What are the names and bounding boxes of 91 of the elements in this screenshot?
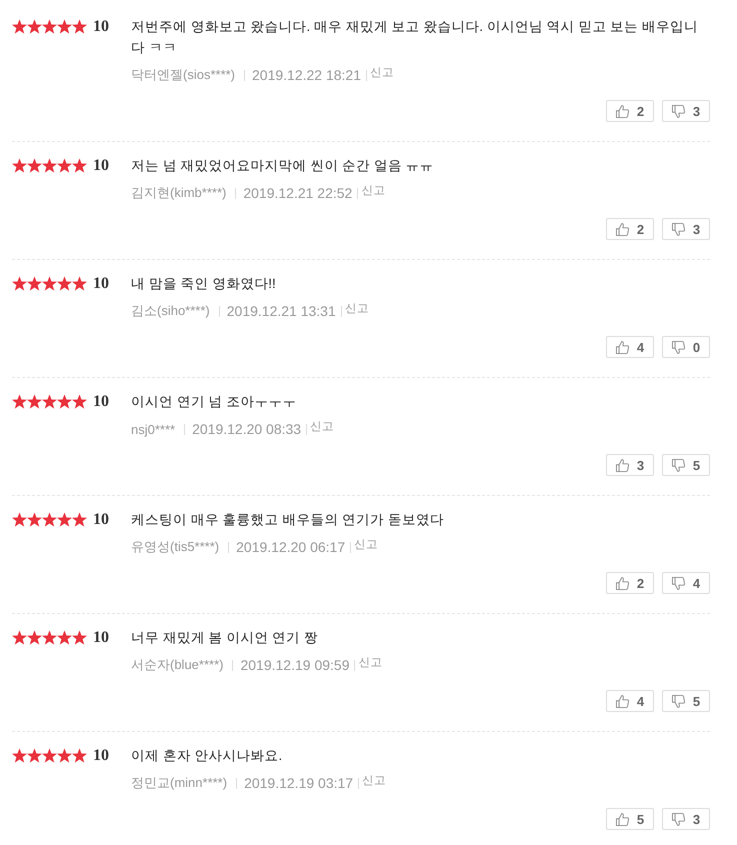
star-icon [72, 19, 87, 34]
author-name: 김소(siho****) [131, 302, 210, 320]
dislike-button[interactable]: 3 [662, 808, 710, 830]
thumbs-down-icon [672, 812, 685, 826]
star-icon [42, 276, 57, 291]
star-icon [42, 394, 57, 409]
like-button[interactable]: 2 [606, 100, 654, 122]
thumbs-down-icon [672, 104, 685, 118]
dislike-button[interactable]: 3 [662, 218, 710, 240]
thumbs-down-icon [672, 694, 685, 708]
dislike-button[interactable]: 5 [662, 454, 710, 476]
star-icon [27, 630, 42, 645]
thumbs-up-icon [616, 104, 629, 118]
rating-score: 10 [93, 510, 109, 530]
star-icon [72, 276, 87, 291]
star-icon [57, 748, 72, 763]
rating-score: 10 [93, 274, 109, 294]
thumbs-up-icon [616, 222, 629, 236]
star-icon [27, 394, 42, 409]
star-icon [72, 158, 87, 173]
review-text: 내 맘을 죽인 영화였다!! [131, 275, 277, 293]
thumbs-up-icon [616, 812, 629, 826]
review-date: 2019.12.22 18:21 [252, 67, 362, 83]
star-icon [12, 276, 27, 291]
rating-score: 10 [93, 392, 109, 412]
thumbs-down-icon [672, 576, 685, 590]
review-date: 2019.12.19 03:17 [244, 775, 354, 791]
star-icon [57, 158, 72, 173]
thumbs-up-icon [616, 340, 629, 354]
star-icon [12, 630, 27, 645]
star-icon [42, 630, 57, 645]
like-button[interactable]: 4 [606, 690, 654, 712]
rating-score: 10 [93, 156, 109, 176]
review-text: 너무 재밌게 봄 이시언 연기 짱 [131, 629, 319, 647]
star-icon [72, 512, 87, 527]
like-button[interactable]: 3 [606, 454, 654, 476]
star-icon [57, 512, 72, 527]
review-text: 이제 혼자 안사시나봐요. [131, 747, 284, 765]
star-icon [57, 630, 72, 645]
like-button[interactable]: 4 [606, 336, 654, 358]
rating-score: 10 [93, 628, 109, 648]
review-date: 2019.12.21 22:52 [243, 185, 352, 201]
star-icon [27, 276, 42, 291]
dislike-button[interactable]: 4 [662, 572, 710, 594]
thumbs-up-icon [616, 694, 629, 708]
star-icon [57, 276, 72, 291]
review-text: 저는 넘 재밌었어요마지막에 씬이 순간 얼음 ㅠㅠ [131, 157, 435, 175]
review-text: 이시언 연기 넘 조아ㅜㅜㅜ [131, 393, 298, 411]
star-icon [12, 394, 27, 409]
star-icon [27, 748, 42, 763]
dislike-button[interactable]: 3 [662, 100, 710, 122]
author-name: 정민교(minn****) [131, 774, 228, 792]
author-name: 김지현(kimb****) [131, 184, 226, 202]
star-icon [72, 394, 87, 409]
star-icon [42, 158, 57, 173]
star-icon [72, 748, 87, 763]
author-name: 서순자(blue****) [131, 656, 224, 674]
review-date: 2019.12.21 13:31 [226, 303, 336, 319]
dislike-button[interactable]: 0 [662, 336, 710, 358]
star-icon [12, 512, 27, 527]
author-name: 닥터엔젤(sios****) [131, 66, 236, 84]
thumbs-down-icon [672, 458, 685, 472]
star-icon [12, 158, 27, 173]
review-text: 저번주에 영화보고 왔습니다. 매우 재밌게 보고 왔습니다. 이시언님 역시 믿고 보는 배우입니다 ㅋㅋ [131, 18, 699, 57]
rating-score: 10 [93, 17, 109, 37]
thumbs-up-icon [616, 576, 629, 590]
like-button[interactable]: 5 [606, 808, 654, 830]
star-icon [42, 19, 57, 34]
star-icon [42, 512, 57, 527]
thumbs-down-icon [672, 340, 685, 354]
star-icon [12, 19, 27, 34]
star-icon [27, 512, 42, 527]
review-date: 2019.12.19 09:59 [240, 657, 350, 673]
thumbs-down-icon [672, 222, 685, 236]
star-icon [57, 19, 72, 34]
dislike-button[interactable]: 5 [662, 690, 710, 712]
author-name: 유영성(tis5****) [131, 538, 220, 556]
rating-score: 10 [93, 746, 109, 766]
star-icon [42, 748, 57, 763]
star-icon [57, 394, 72, 409]
like-button[interactable]: 2 [606, 572, 654, 594]
review-date: 2019.12.20 08:33 [192, 421, 302, 437]
author-name: nsj0**** [131, 422, 176, 436]
star-icon [72, 630, 87, 645]
review-date: 2019.12.20 06:17 [236, 539, 346, 555]
star-icon [12, 748, 27, 763]
thumbs-up-icon [616, 458, 629, 472]
star-icon [27, 19, 42, 34]
like-button[interactable]: 2 [606, 218, 654, 240]
star-icon [27, 158, 42, 173]
review-text: 케스팅이 매우 훌륭했고 배우들의 연기가 돋보였다 [131, 511, 445, 529]
